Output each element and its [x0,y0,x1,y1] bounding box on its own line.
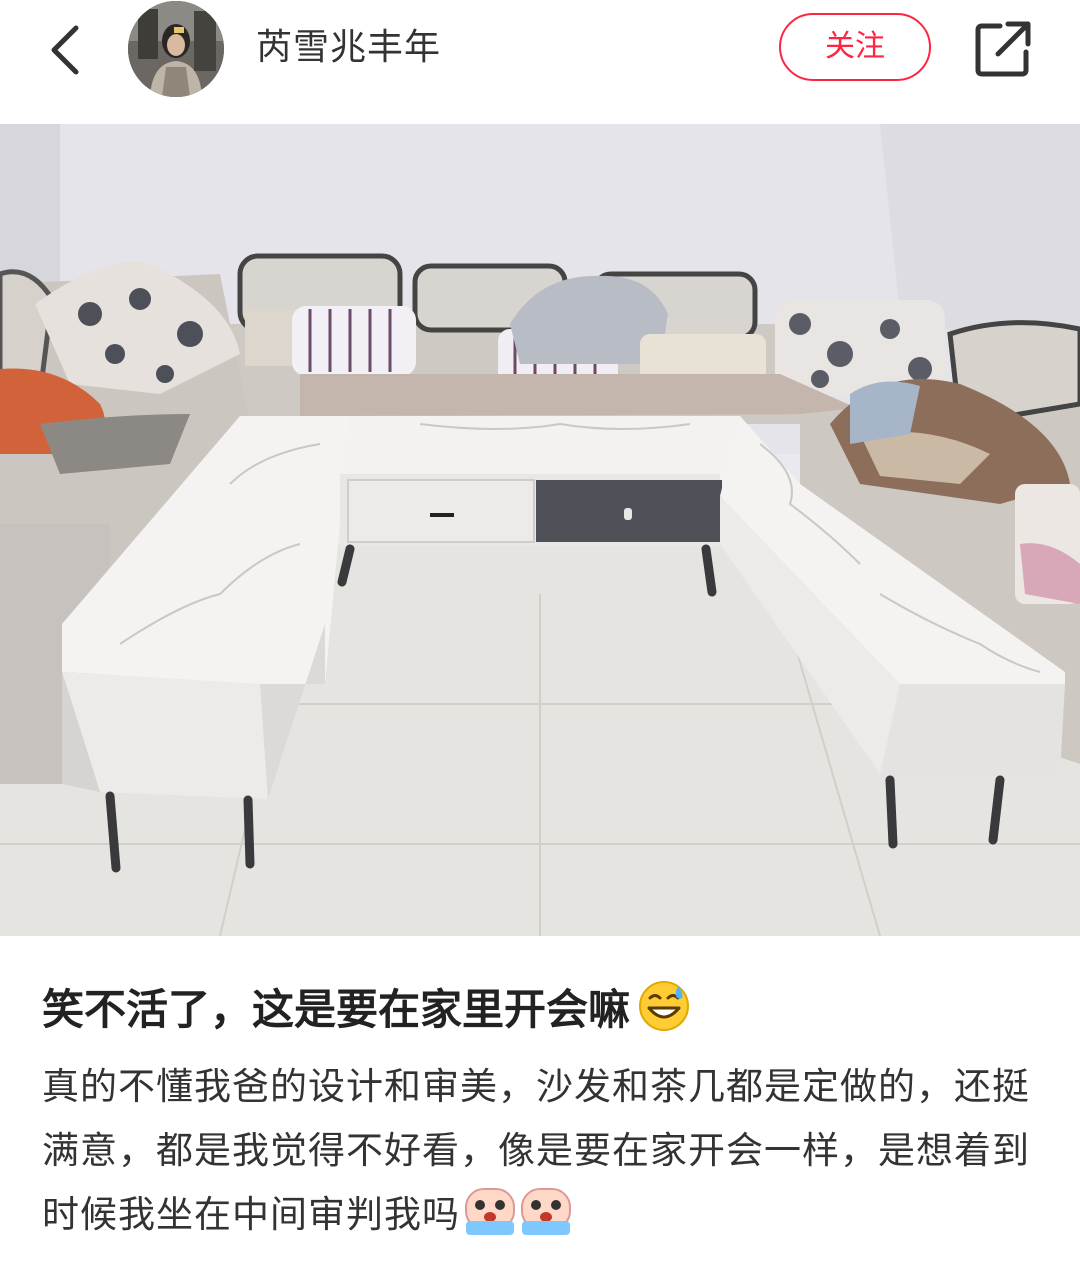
share-button[interactable] [972,18,1034,80]
sweat-smile-emoji-icon [638,980,690,1048]
crying-face-emoji-icon [464,1187,572,1257]
share-icon [975,21,1031,77]
post-photo[interactable] [0,124,1080,936]
post-body: 真的不懂我爸的设计和审美，沙发和茶几都是定做的，还挺满意，都是我觉得不好看，像是… [42,1055,1042,1257]
author-name[interactable]: 芮雪兆丰年 [256,26,441,70]
post-title-text: 笑不活了，这是要在家里开会嘛 [42,985,631,1034]
post-title: 笑不活了，这是要在家里开会嘛 [42,980,1042,1048]
top-bar: 芮雪兆丰年 关注 [0,0,1080,124]
back-button[interactable] [42,22,90,78]
follow-button[interactable]: 关注 [779,13,931,81]
avatar[interactable] [128,1,224,97]
chevron-left-icon [51,25,79,75]
